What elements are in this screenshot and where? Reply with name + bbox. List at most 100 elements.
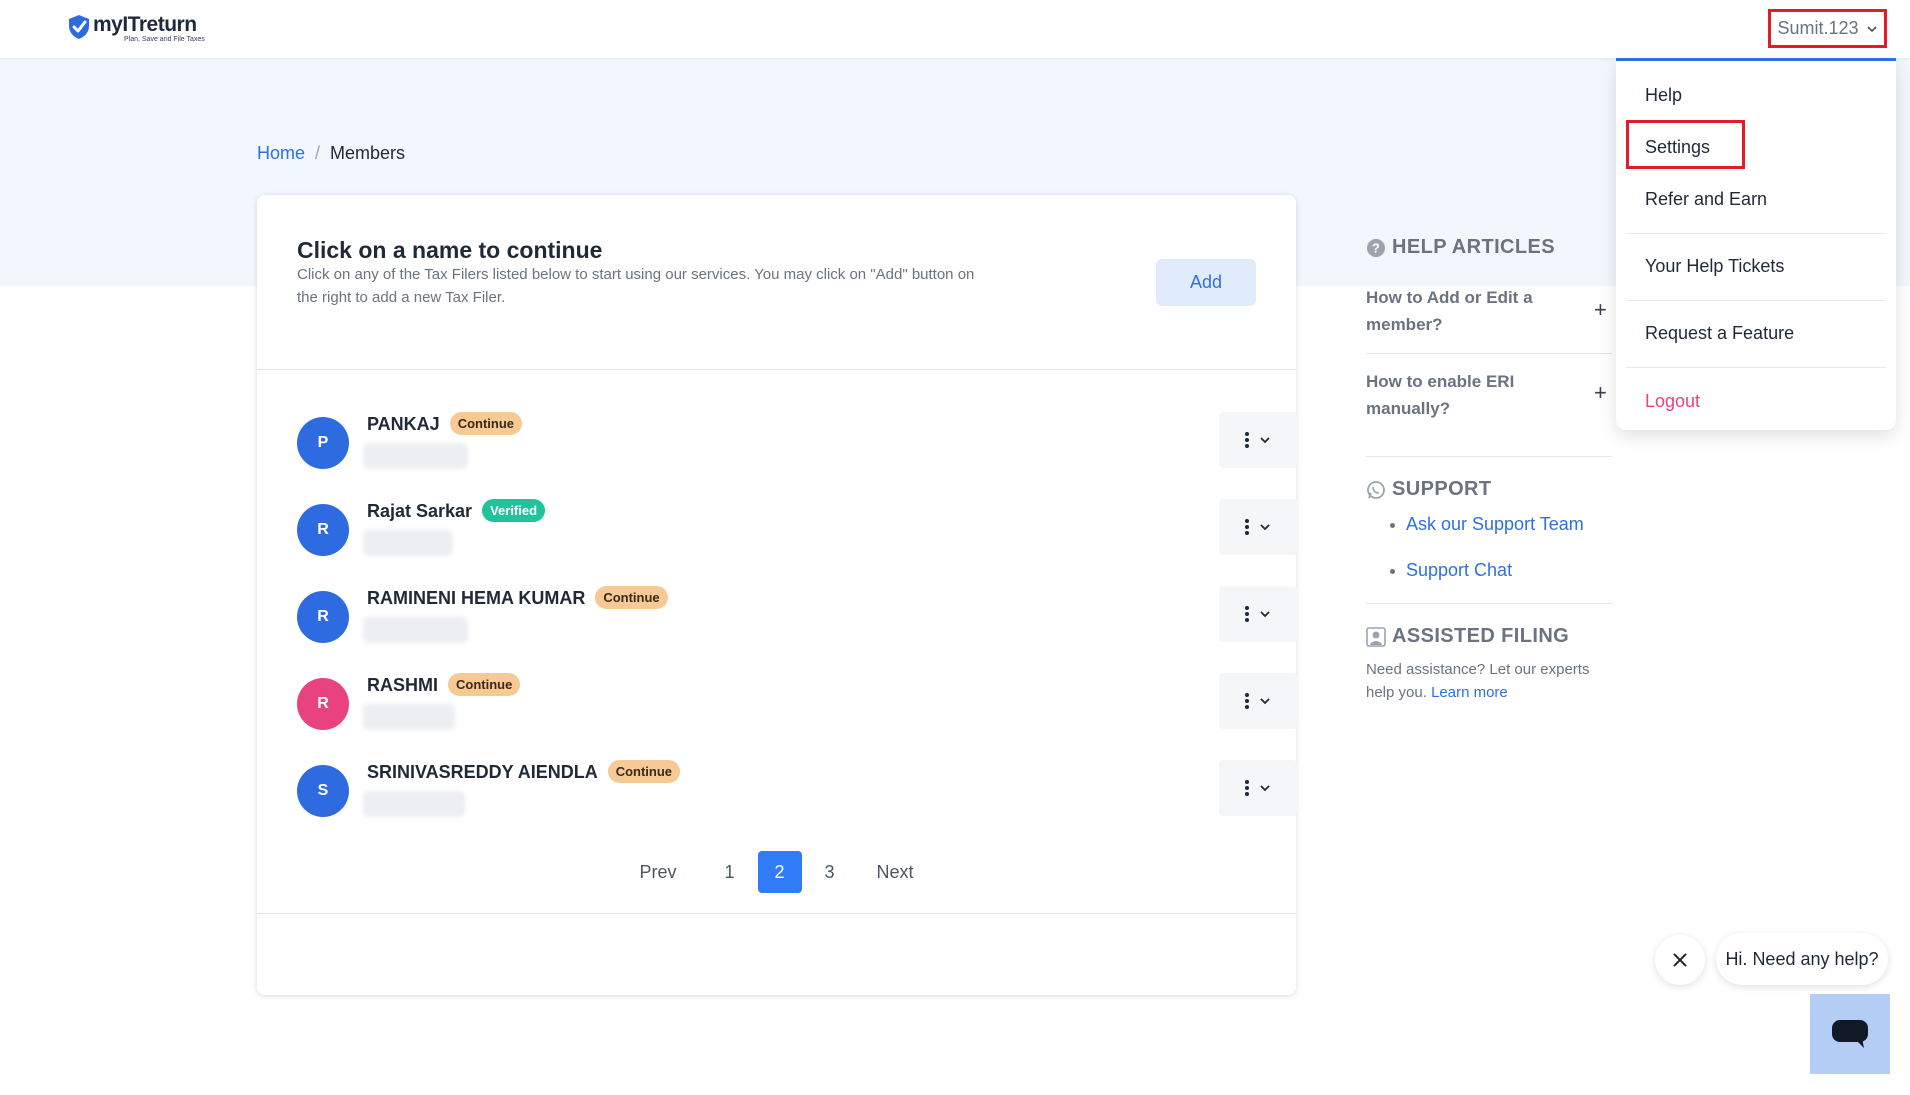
member-name: Rajat Sarkar [367,501,473,521]
menu-item-settings[interactable]: Settings [1645,137,1710,158]
brand-tagline: Plan, Save and File Taxes [124,36,205,43]
member-row[interactable]: S SRINIVASREDDY AIENDLA Continue [297,760,1297,818]
card-divider [257,913,1296,914]
more-vertical-icon [1245,519,1249,535]
breadcrumb-current: Members [330,143,406,163]
pagination-next[interactable]: Next [877,851,914,893]
more-vertical-icon [1245,693,1249,709]
pagination-page-current[interactable]: 2 [757,851,802,893]
pagination-prev[interactable]: Prev [639,851,676,893]
status-badge: Continue [595,586,668,609]
sidebar-divider [1366,456,1612,457]
menu-divider [1626,233,1886,234]
more-vertical-icon [1245,606,1249,622]
brand-logo[interactable]: myITreturn Plan, Save and File Taxes [67,14,205,44]
menu-divider [1626,367,1886,368]
avatar: S [297,765,349,817]
member-actions-button[interactable] [1219,412,1297,468]
redacted-detail [363,704,455,730]
sidebar-divider [1366,353,1612,354]
chevron-down-icon [1260,785,1270,792]
pagination-page[interactable]: 3 [808,851,852,893]
chevron-down-icon [1260,437,1270,444]
status-badge: Continue [448,673,521,696]
menu-item-help-tickets[interactable]: Your Help Tickets [1645,256,1784,277]
help-article-question[interactable]: How to enable ERI manually? [1366,368,1566,422]
pagination: Prev 1 2 3 Next [257,851,1296,893]
avatar: P [297,417,349,469]
member-actions-button[interactable] [1219,586,1297,642]
chat-launcher-button[interactable] [1810,994,1890,1074]
member-name: RAMINENI HEMA KUMAR [367,588,586,608]
card-divider [257,369,1296,370]
chevron-down-icon [1866,25,1877,32]
list-bullet [1390,569,1395,574]
user-menu-button[interactable]: Sumit.123 [1768,9,1887,48]
help-circle-icon: ? [1367,238,1385,257]
avatar: R [297,678,349,730]
breadcrumb-home-link[interactable]: Home [257,143,305,164]
user-dropdown-menu: Help Settings Refer and Earn Your Help T… [1616,58,1896,430]
menu-item-help[interactable]: Help [1645,85,1682,106]
chevron-down-icon [1260,698,1270,705]
whatsapp-icon [1367,480,1385,499]
expand-plus-icon[interactable]: + [1594,380,1607,406]
support-heading: SUPPORT [1366,478,1491,501]
menu-item-refer-and-earn[interactable]: Refer and Earn [1645,189,1767,210]
user-name: Sumit.123 [1777,18,1859,38]
card-description: Click on any of the Tax Filers listed be… [297,266,975,306]
member-row[interactable]: R RASHMI Continue [297,673,1297,731]
assisted-filing-title: ASSISTED FILING [1392,625,1570,647]
brand-name: myITreturn [93,13,197,36]
status-badge: Continue [449,412,523,435]
chevron-down-icon [1260,611,1270,618]
chat-icon [1832,1020,1868,1048]
sidebar-divider [1366,603,1612,604]
member-row[interactable]: R RAMINENI HEMA KUMAR Continue [297,586,1297,644]
help-articles-heading: ? HELP ARTICLES [1366,236,1555,259]
member-name: SRINIVASREDDY AIENDLA [367,762,598,782]
more-vertical-icon [1245,432,1249,448]
member-row[interactable]: P PANKAJ Continue [297,412,1297,470]
breadcrumb: Home / Members [257,143,405,164]
help-articles-title: HELP ARTICLES [1392,236,1555,258]
close-icon [1673,953,1687,967]
member-actions-button[interactable] [1219,673,1297,729]
assisted-filing-text: Need assistance? Let our experts help yo… [1366,658,1616,704]
expert-user-icon [1366,626,1386,647]
redacted-detail [363,791,465,817]
menu-divider [1626,300,1886,301]
chat-close-button[interactable] [1655,935,1705,985]
redacted-detail [363,443,468,469]
pagination-page[interactable]: 1 [708,851,752,893]
member-actions-button[interactable] [1219,760,1297,816]
menu-item-logout[interactable]: Logout [1645,391,1700,412]
member-name: PANKAJ [367,414,440,434]
avatar: R [297,591,349,643]
support-link-chat[interactable]: Support Chat [1406,560,1512,581]
avatar: R [297,504,349,556]
members-card: Click on a name to continue Click on any… [257,195,1297,995]
menu-item-request-feature[interactable]: Request a Feature [1645,323,1794,344]
redacted-detail [363,617,468,643]
status-badge: Verified [482,499,546,522]
chat-prompt-bubble[interactable]: Hi. Need any help? [1716,933,1888,985]
svg-text:?: ? [1372,240,1380,255]
card-title: Click on a name to continue [297,237,603,263]
help-article-question[interactable]: How to Add or Edit a member? [1366,284,1566,338]
support-link-ask-team[interactable]: Ask our Support Team [1406,514,1584,535]
shield-check-icon [69,15,89,39]
expand-plus-icon[interactable]: + [1594,297,1607,323]
learn-more-link[interactable]: Learn more [1431,684,1508,701]
assisted-filing-heading: ASSISTED FILING [1366,625,1569,648]
list-bullet [1390,523,1395,528]
status-badge: Continue [607,760,681,783]
add-member-button[interactable]: Add [1156,259,1256,306]
member-row[interactable]: R Rajat Sarkar Verified [297,499,1297,557]
chevron-down-icon [1260,524,1270,531]
redacted-detail [363,530,453,556]
support-title: SUPPORT [1392,478,1492,500]
member-actions-button[interactable] [1219,499,1297,555]
more-vertical-icon [1245,780,1249,796]
member-name: RASHMI [367,675,438,695]
